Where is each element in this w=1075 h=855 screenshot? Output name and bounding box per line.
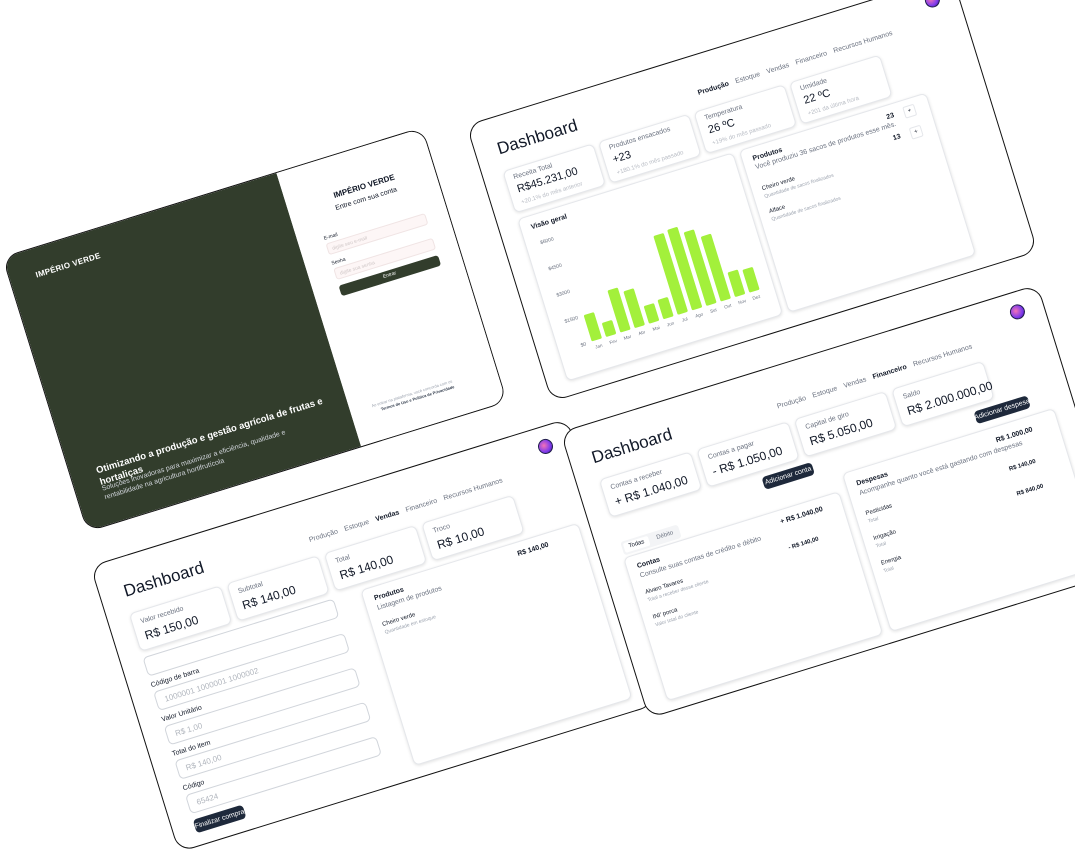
add-qty-button[interactable]: + — [908, 124, 924, 140]
expense-sub: Total — [882, 565, 895, 575]
accounts-card: Contas + R$ 1.040,00 Consulte suas conta… — [623, 491, 884, 702]
accounts-total: + R$ 1.040,00 — [779, 505, 824, 526]
user-avatar[interactable] — [1008, 302, 1027, 322]
nav-tab-estoque[interactable]: Estoque — [812, 385, 839, 399]
brand-logo: IMPÉRIO VERDE — [34, 251, 102, 280]
chart-bar — [657, 297, 674, 319]
user-avatar[interactable] — [536, 437, 555, 456]
nav-tab-financeiro[interactable]: Financeiro — [795, 50, 828, 66]
nav-tab-vendas[interactable]: Vendas — [766, 62, 790, 76]
kpi-label: Total — [334, 553, 351, 565]
chart-bar — [644, 303, 660, 324]
nav-tab-vendas[interactable]: Vendas — [375, 509, 400, 523]
nav-tab-estoque[interactable]: Estoque — [735, 71, 762, 85]
overview-bar-chart: $0 $1500 $3000 $4500 $6000 Jan Fev Mar Abr Mai Jun… — [540, 227, 762, 350]
nav-tab-producao[interactable]: Produção — [697, 81, 730, 97]
expense-value: R$ 840,00 — [1016, 483, 1045, 498]
x-tick-label: Out — [724, 303, 733, 310]
product-qty: 13 — [892, 133, 902, 143]
x-tick-label: Dez — [752, 294, 762, 301]
y-tick-label: $0 — [580, 341, 587, 348]
expense-value: R$ 140,00 — [1008, 458, 1037, 473]
chart-bar — [602, 320, 617, 337]
x-tick-label: Fev — [609, 338, 618, 345]
account-value: - R$ 140,00 — [787, 536, 820, 552]
nav-tab-financeiro[interactable]: Financeiro — [872, 364, 908, 381]
nav-tab-rh[interactable]: Recursos Humanos — [912, 343, 973, 368]
y-tick-label: $4500 — [548, 263, 563, 273]
nav-tab-rh[interactable]: Recursos Humanos — [443, 477, 504, 502]
user-avatar[interactable] — [923, 0, 942, 10]
x-tick-label: Mar — [623, 334, 632, 341]
y-tick-label: $6000 — [540, 236, 555, 246]
kpi-label: Produtos ensacados — [608, 125, 672, 152]
x-tick-label: Jan — [595, 343, 604, 350]
nav-tab-financeiro[interactable]: Financeiro — [405, 498, 438, 514]
y-tick-label: $1500 — [564, 315, 579, 325]
nav-tab-rh[interactable]: Recursos Humanos — [833, 30, 894, 55]
chart-bar — [742, 267, 760, 293]
kpi-card-working-capital: Capital de giro R$ 5.050,00 — [793, 390, 898, 458]
expense-sub: Total — [867, 515, 880, 525]
nav-tab-estoque[interactable]: Estoque — [344, 519, 371, 533]
x-tick-label: Jul — [681, 316, 688, 322]
expense-name: Pesticidas — [865, 503, 894, 518]
chart-bar — [727, 269, 745, 297]
x-tick-label: Set — [709, 307, 718, 314]
x-tick-label: Jun — [666, 320, 675, 327]
kpi-value: +23 — [611, 148, 633, 166]
expenses-card: Despesas R$ 1.000,00 Acompanhe quanto vo… — [841, 407, 1075, 633]
kpi-label: Saldo — [902, 388, 922, 401]
x-tick-label: Ago — [695, 311, 705, 318]
x-tick-label: Abr — [638, 329, 647, 336]
kpi-label: Troco — [432, 522, 452, 535]
nav-tab-vendas[interactable]: Vendas — [843, 376, 867, 390]
add-qty-button[interactable]: + — [902, 103, 918, 119]
x-tick-label: Nov — [738, 298, 748, 305]
y-tick-label: $3000 — [556, 289, 571, 299]
chart-bar — [583, 312, 602, 342]
expense-sub: Total — [875, 540, 888, 550]
x-tick-label: Mai — [652, 325, 660, 332]
product-qty: 23 — [885, 112, 896, 122]
expenses-desc: Acompanhe quanto você está gastando com … — [858, 439, 1024, 497]
nav-tab-producao[interactable]: Produção — [776, 395, 807, 411]
nav-tab-producao[interactable]: Produção — [308, 528, 339, 544]
products-total: R$ 140,00 — [516, 541, 550, 558]
